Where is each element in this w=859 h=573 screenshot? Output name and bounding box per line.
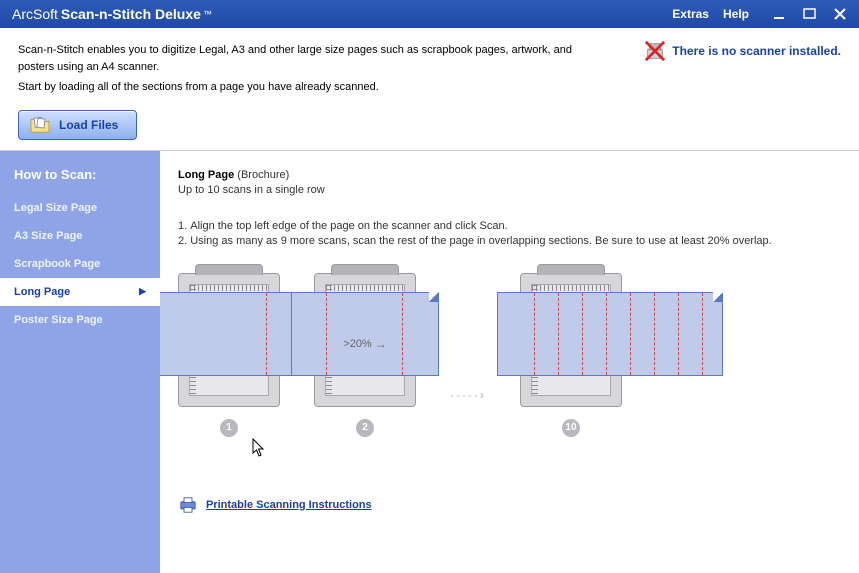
window-controls <box>769 5 851 23</box>
scanner-icon <box>178 273 280 407</box>
sidebar-item-long-page[interactable]: Long Page ▶ <box>0 278 160 306</box>
sidebar-item-scrapbook[interactable]: Scrapbook Page <box>0 250 160 278</box>
arrow-right-icon: → <box>375 337 387 351</box>
minimize-button[interactable] <box>769 5 791 23</box>
step-badge-10: 10 <box>562 419 580 437</box>
sidebar-item-legal[interactable]: Legal Size Page <box>0 194 160 222</box>
print-instructions-link[interactable]: Printable Scanning Instructions <box>178 497 841 513</box>
intro-text-1: Scan-n-Stitch enables you to digitize Le… <box>18 42 608 75</box>
warning-text: There is no scanner installed. <box>672 44 841 58</box>
sidebar-item-a3[interactable]: A3 Size Page <box>0 222 160 250</box>
scanner-icon: >20% → <box>314 273 416 407</box>
diagram-row: 1 >20% → 2 ·····› <box>178 273 841 437</box>
menu-help[interactable]: Help <box>723 7 749 21</box>
print-link-text: Printable Scanning Instructions <box>206 499 372 511</box>
intro-text-2: Start by loading all of the sections fro… <box>18 79 608 96</box>
step-1: Align the top left edge of the page on t… <box>178 220 841 232</box>
brand-prefix: ArcSoft <box>12 6 58 22</box>
sidebar-item-label: Long Page <box>14 286 70 298</box>
diagram-1: 1 <box>178 273 280 437</box>
step-badge-2: 2 <box>356 419 374 437</box>
intro-panel: Scan-n-Stitch enables you to digitize Le… <box>0 28 859 151</box>
diagram-2: >20% → 2 <box>314 273 416 437</box>
step-2: Using as many as 9 more scans, scan the … <box>178 235 841 247</box>
instruction-steps: Align the top left edge of the page on t… <box>178 220 841 247</box>
body-row: How to Scan: Legal Size Page A3 Size Pag… <box>0 151 859 573</box>
content-title: Long Page <box>178 169 234 181</box>
chevron-right-icon: ▶ <box>139 286 146 297</box>
diagram-10: 10 <box>520 273 622 437</box>
brand-name: Scan-n-Stitch Deluxe <box>61 6 201 22</box>
overlap-label: >20% → <box>343 337 386 351</box>
content-subline: Up to 10 scans in a single row <box>178 184 841 196</box>
printer-icon <box>178 497 198 513</box>
load-files-button[interactable]: Load Files <box>18 110 137 140</box>
folder-icon <box>29 116 51 134</box>
maximize-button[interactable] <box>799 5 821 23</box>
title-bar: ArcSoft Scan-n-Stitch Deluxe ™ Extras He… <box>0 0 859 28</box>
dots-separator: ·····› <box>450 388 486 402</box>
menu-extras[interactable]: Extras <box>672 7 709 21</box>
sidebar-heading: How to Scan: <box>0 157 160 194</box>
page-sheet: >20% → <box>291 292 439 376</box>
overlap-value: >20% <box>343 338 371 350</box>
page-sheet <box>160 292 303 376</box>
main-content: Long Page (Brochure) Up to 10 scans in a… <box>160 151 859 573</box>
warning-icon <box>644 40 666 62</box>
scanner-icon <box>520 273 622 407</box>
scanner-warning: There is no scanner installed. <box>644 40 841 62</box>
step-badge-1: 1 <box>220 419 238 437</box>
page-sheet <box>497 292 723 376</box>
close-button[interactable] <box>829 5 851 23</box>
sidebar-item-poster[interactable]: Poster Size Page <box>0 306 160 334</box>
sidebar: How to Scan: Legal Size Page A3 Size Pag… <box>0 151 160 573</box>
tm-mark: ™ <box>203 9 212 19</box>
content-subtitle: (Brochure) <box>237 169 289 181</box>
load-files-label: Load Files <box>59 118 118 132</box>
